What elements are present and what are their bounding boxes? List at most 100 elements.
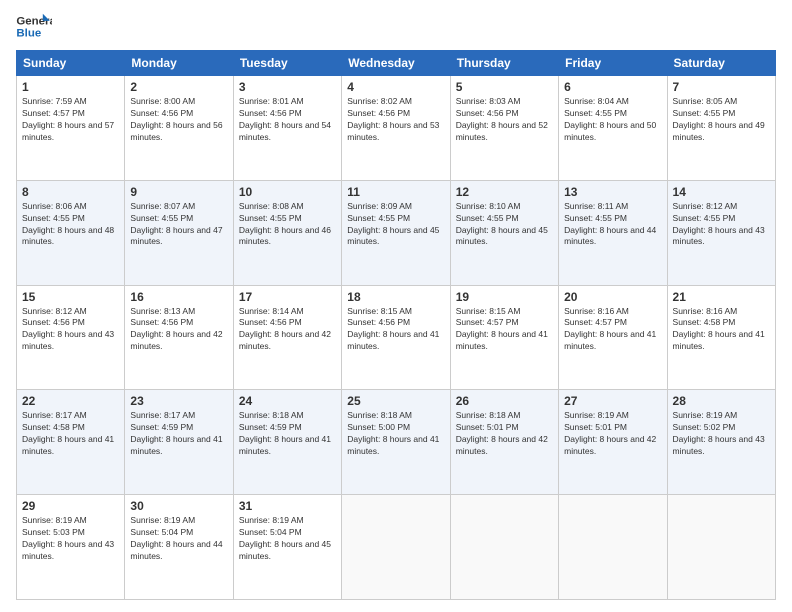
day-number: 10 xyxy=(239,185,336,199)
calendar-day-cell: 15 Sunrise: 8:12 AMSunset: 4:56 PMDayligh… xyxy=(17,285,125,390)
day-number: 27 xyxy=(564,394,661,408)
day-number: 11 xyxy=(347,185,444,199)
day-detail: Sunrise: 8:18 AMSunset: 4:59 PMDaylight:… xyxy=(239,410,336,458)
calendar-day-cell xyxy=(559,495,667,600)
calendar-day-cell: 14 Sunrise: 8:12 AMSunset: 4:55 PMDayligh… xyxy=(667,180,775,285)
calendar-week-row: 15 Sunrise: 8:12 AMSunset: 4:56 PMDayligh… xyxy=(17,285,776,390)
calendar-week-row: 29 Sunrise: 8:19 AMSunset: 5:03 PMDayligh… xyxy=(17,495,776,600)
svg-text:Blue: Blue xyxy=(16,28,41,40)
calendar-day-cell: 22Sunrise: 8:17 AMSunset: 4:58 PMDayligh… xyxy=(17,390,125,495)
calendar-day-cell: 9 Sunrise: 8:07 AMSunset: 4:55 PMDaylight… xyxy=(125,180,233,285)
day-number: 4 xyxy=(347,80,444,94)
calendar-day-cell: 3 Sunrise: 8:01 AMSunset: 4:56 PMDaylight… xyxy=(233,76,341,181)
calendar-week-row: 22Sunrise: 8:17 AMSunset: 4:58 PMDayligh… xyxy=(17,390,776,495)
calendar-day-cell: 2 Sunrise: 8:00 AMSunset: 4:56 PMDaylight… xyxy=(125,76,233,181)
svg-text:General: General xyxy=(16,15,52,27)
calendar-day-cell: 1 Sunrise: 7:59 AMSunset: 4:57 PMDaylight… xyxy=(17,76,125,181)
day-number: 12 xyxy=(456,185,553,199)
day-detail: Sunrise: 8:15 AMSunset: 4:56 PMDaylight:… xyxy=(347,306,444,354)
day-number: 28 xyxy=(673,394,770,408)
day-detail: Sunrise: 8:14 AMSunset: 4:56 PMDaylight:… xyxy=(239,306,336,354)
calendar-day-cell: 31Sunrise: 8:19 AMSunset: 5:04 PMDayligh… xyxy=(233,495,341,600)
calendar-day-cell: 26Sunrise: 8:18 AMSunset: 5:01 PMDayligh… xyxy=(450,390,558,495)
day-detail: Sunrise: 8:00 AMSunset: 4:56 PMDaylight:… xyxy=(130,96,227,144)
day-detail: Sunrise: 8:10 AMSunset: 4:55 PMDaylight:… xyxy=(456,201,553,249)
calendar-day-cell: 7Sunrise: 8:05 AMSunset: 4:55 PMDaylight… xyxy=(667,76,775,181)
day-number: 5 xyxy=(456,80,553,94)
day-number: 31 xyxy=(239,499,336,513)
day-detail: Sunrise: 8:17 AMSunset: 4:59 PMDaylight:… xyxy=(130,410,227,458)
calendar-day-cell: 18 Sunrise: 8:15 AMSunset: 4:56 PMDayligh… xyxy=(342,285,450,390)
calendar-day-cell: 21 Sunrise: 8:16 AMSunset: 4:58 PMDayligh… xyxy=(667,285,775,390)
day-number: 30 xyxy=(130,499,227,513)
day-number: 15 xyxy=(22,290,119,304)
day-detail: Sunrise: 8:01 AMSunset: 4:56 PMDaylight:… xyxy=(239,96,336,144)
weekday-header-cell: Saturday xyxy=(667,51,775,76)
day-number: 18 xyxy=(347,290,444,304)
calendar-body: 1 Sunrise: 7:59 AMSunset: 4:57 PMDaylight… xyxy=(17,76,776,600)
weekday-header-cell: Friday xyxy=(559,51,667,76)
day-number: 16 xyxy=(130,290,227,304)
day-number: 9 xyxy=(130,185,227,199)
calendar-day-cell: 8Sunrise: 8:06 AMSunset: 4:55 PMDaylight… xyxy=(17,180,125,285)
day-detail: Sunrise: 8:19 AMSunset: 5:02 PMDaylight:… xyxy=(673,410,770,458)
day-detail: Sunrise: 8:17 AMSunset: 4:58 PMDaylight:… xyxy=(22,410,119,458)
day-number: 1 xyxy=(22,80,119,94)
day-number: 17 xyxy=(239,290,336,304)
logo: General Blue xyxy=(16,12,52,42)
weekday-header-cell: Wednesday xyxy=(342,51,450,76)
calendar-day-cell: 17 Sunrise: 8:14 AMSunset: 4:56 PMDayligh… xyxy=(233,285,341,390)
day-detail: Sunrise: 8:08 AMSunset: 4:55 PMDaylight:… xyxy=(239,201,336,249)
calendar-week-row: 1 Sunrise: 7:59 AMSunset: 4:57 PMDaylight… xyxy=(17,76,776,181)
day-detail: Sunrise: 8:18 AMSunset: 5:01 PMDaylight:… xyxy=(456,410,553,458)
day-number: 25 xyxy=(347,394,444,408)
day-number: 20 xyxy=(564,290,661,304)
calendar-day-cell xyxy=(450,495,558,600)
day-detail: Sunrise: 8:13 AMSunset: 4:56 PMDaylight:… xyxy=(130,306,227,354)
day-detail: Sunrise: 8:12 AMSunset: 4:56 PMDaylight:… xyxy=(22,306,119,354)
calendar-day-cell: 29 Sunrise: 8:19 AMSunset: 5:03 PMDayligh… xyxy=(17,495,125,600)
calendar-day-cell: 10 Sunrise: 8:08 AMSunset: 4:55 PMDayligh… xyxy=(233,180,341,285)
calendar-day-cell: 4 Sunrise: 8:02 AMSunset: 4:56 PMDaylight… xyxy=(342,76,450,181)
day-detail: Sunrise: 7:59 AMSunset: 4:57 PMDaylight:… xyxy=(22,96,119,144)
calendar-day-cell: 5 Sunrise: 8:03 AMSunset: 4:56 PMDaylight… xyxy=(450,76,558,181)
day-number: 24 xyxy=(239,394,336,408)
day-number: 29 xyxy=(22,499,119,513)
day-detail: Sunrise: 8:16 AMSunset: 4:57 PMDaylight:… xyxy=(564,306,661,354)
calendar-day-cell: 27 Sunrise: 8:19 AMSunset: 5:01 PMDayligh… xyxy=(559,390,667,495)
calendar-page: General Blue SundayMondayTuesdayWednesda… xyxy=(0,0,792,612)
calendar-week-row: 8Sunrise: 8:06 AMSunset: 4:55 PMDaylight… xyxy=(17,180,776,285)
day-detail: Sunrise: 8:03 AMSunset: 4:56 PMDaylight:… xyxy=(456,96,553,144)
calendar-day-cell: 12 Sunrise: 8:10 AMSunset: 4:55 PMDayligh… xyxy=(450,180,558,285)
day-number: 14 xyxy=(673,185,770,199)
day-number: 13 xyxy=(564,185,661,199)
calendar-day-cell xyxy=(667,495,775,600)
weekday-header-cell: Sunday xyxy=(17,51,125,76)
day-detail: Sunrise: 8:18 AMSunset: 5:00 PMDaylight:… xyxy=(347,410,444,458)
calendar-day-cell: 25 Sunrise: 8:18 AMSunset: 5:00 PMDayligh… xyxy=(342,390,450,495)
day-detail: Sunrise: 8:19 AMSunset: 5:01 PMDaylight:… xyxy=(564,410,661,458)
day-detail: Sunrise: 8:11 AMSunset: 4:55 PMDaylight:… xyxy=(564,201,661,249)
weekday-header-cell: Monday xyxy=(125,51,233,76)
day-detail: Sunrise: 8:12 AMSunset: 4:55 PMDaylight:… xyxy=(673,201,770,249)
day-detail: Sunrise: 8:16 AMSunset: 4:58 PMDaylight:… xyxy=(673,306,770,354)
calendar-day-cell: 6Sunrise: 8:04 AMSunset: 4:55 PMDaylight… xyxy=(559,76,667,181)
day-number: 2 xyxy=(130,80,227,94)
day-number: 21 xyxy=(673,290,770,304)
day-detail: Sunrise: 8:02 AMSunset: 4:56 PMDaylight:… xyxy=(347,96,444,144)
weekday-header-row: SundayMondayTuesdayWednesdayThursdayFrid… xyxy=(17,51,776,76)
day-detail: Sunrise: 8:04 AMSunset: 4:55 PMDaylight:… xyxy=(564,96,661,144)
page-header: General Blue xyxy=(16,12,776,42)
day-number: 3 xyxy=(239,80,336,94)
day-number: 7 xyxy=(673,80,770,94)
day-detail: Sunrise: 8:07 AMSunset: 4:55 PMDaylight:… xyxy=(130,201,227,249)
calendar-day-cell: 30 Sunrise: 8:19 AMSunset: 5:04 PMDayligh… xyxy=(125,495,233,600)
day-detail: Sunrise: 8:19 AMSunset: 5:03 PMDaylight:… xyxy=(22,515,119,563)
calendar-day-cell: 19Sunrise: 8:15 AMSunset: 4:57 PMDayligh… xyxy=(450,285,558,390)
calendar-day-cell: 20 Sunrise: 8:16 AMSunset: 4:57 PMDayligh… xyxy=(559,285,667,390)
weekday-header-cell: Tuesday xyxy=(233,51,341,76)
calendar-day-cell: 28 Sunrise: 8:19 AMSunset: 5:02 PMDayligh… xyxy=(667,390,775,495)
calendar-day-cell: 13 Sunrise: 8:11 AMSunset: 4:55 PMDayligh… xyxy=(559,180,667,285)
day-detail: Sunrise: 8:19 AMSunset: 5:04 PMDaylight:… xyxy=(130,515,227,563)
calendar-table: SundayMondayTuesdayWednesdayThursdayFrid… xyxy=(16,50,776,600)
